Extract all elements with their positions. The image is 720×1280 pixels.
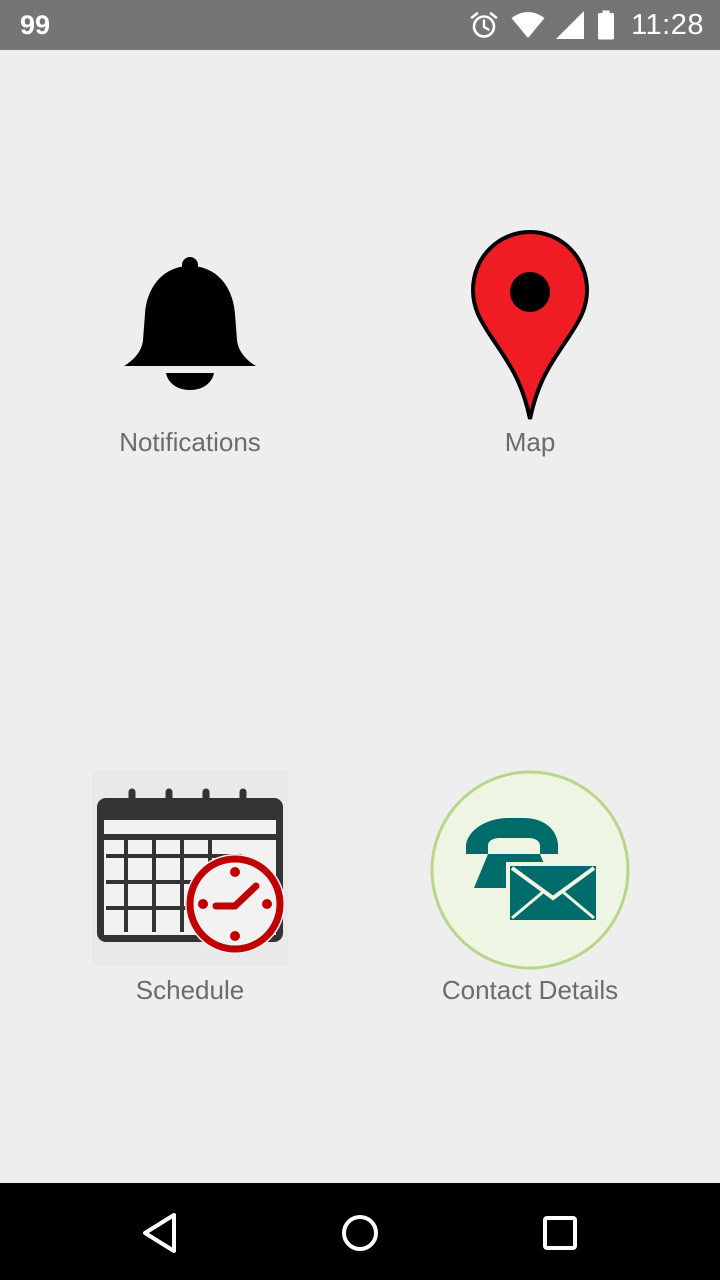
tile-contact-details[interactable]: Contact Details <box>380 770 680 1020</box>
notification-count: 99 <box>20 10 51 40</box>
tile-label-schedule: Schedule <box>135 975 245 1005</box>
bell-icon <box>122 256 258 397</box>
map-pin-icon <box>470 229 590 427</box>
tile-label-map: Map <box>504 427 556 457</box>
status-time: 11:28 <box>631 9 704 41</box>
alarm-icon <box>469 10 499 40</box>
wifi-icon <box>511 11 545 39</box>
tile-map[interactable]: Map <box>380 229 680 470</box>
tile-schedule[interactable]: Schedule <box>40 770 340 1020</box>
tile-notifications[interactable]: Notifications <box>40 250 340 470</box>
back-icon[interactable] <box>138 1211 182 1255</box>
home-icon[interactable] <box>338 1211 382 1255</box>
dashboard-grid: Notifications Map Schedule Contact Detai… <box>0 50 720 1183</box>
calendar-clock-icon <box>92 770 288 971</box>
signal-icon <box>555 10 585 40</box>
phone-mail-icon <box>430 770 630 975</box>
battery-icon <box>597 10 615 40</box>
recents-icon[interactable] <box>538 1211 582 1255</box>
navigation-bar <box>0 1183 720 1280</box>
tile-label-notifications: Notifications <box>119 427 261 457</box>
status-icons: 11:28 <box>469 7 704 43</box>
status-bar: 99 11:28 <box>0 0 720 50</box>
tile-label-contact-details: Contact Details <box>441 975 619 1005</box>
